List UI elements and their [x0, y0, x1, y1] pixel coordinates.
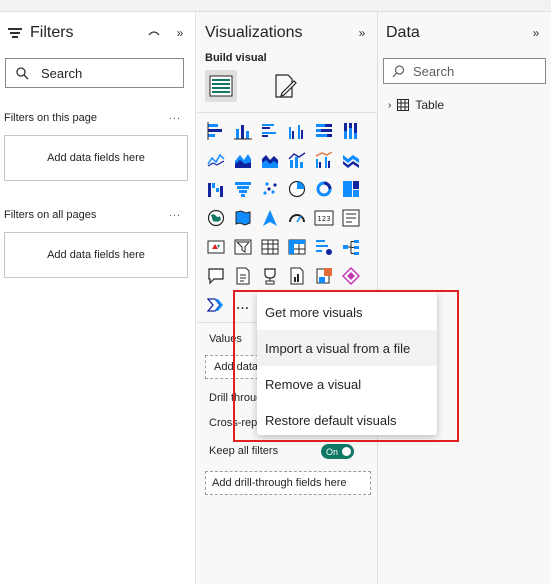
card-icon[interactable]: 123 [313, 207, 335, 229]
more-visuals-context-menu: Get more visuals Import a visual from a … [257, 292, 437, 435]
filters-on-all-pages-dropzone[interactable]: Add data fields here [4, 232, 188, 278]
table-label: Table [415, 98, 445, 112]
collapse-chevron-icon[interactable]: » [173, 26, 187, 40]
power-automate-icon[interactable] [340, 265, 362, 287]
filters-on-all-pages-more-button[interactable]: ... [169, 207, 181, 219]
collapse-chevron-icon[interactable]: » [529, 26, 543, 40]
window-top-strip [0, 0, 551, 12]
area-chart-icon[interactable] [232, 149, 254, 171]
paginated-report-icon[interactable] [232, 265, 254, 287]
format-visual-tab[interactable] [269, 70, 301, 102]
toggle-label: On [326, 446, 339, 457]
clustered-bar-chart-icon[interactable] [259, 120, 281, 142]
build-visual-icon [209, 75, 233, 97]
filters-search-placeholder: Search [41, 65, 83, 81]
eye-icon[interactable] [147, 26, 161, 40]
viz-divider [197, 112, 377, 113]
stacked-column-chart-icon[interactable] [232, 120, 254, 142]
clustered-column-chart-icon[interactable] [286, 120, 308, 142]
build-visual-label: Build visual [205, 52, 267, 64]
multi-row-card-icon[interactable] [340, 207, 362, 229]
key-influencers-icon[interactable] [259, 265, 281, 287]
data-title: Data [386, 24, 420, 41]
drill-through-dropzone[interactable]: Add drill-through fields here [205, 471, 371, 495]
100-stacked-bar-chart-icon[interactable] [313, 120, 335, 142]
donut-chart-icon[interactable] [313, 178, 335, 200]
visualizations-header: Visualizations » [205, 22, 369, 44]
filter-icon [8, 26, 22, 40]
table-icon [397, 99, 410, 111]
svg-text:123: 123 [317, 215, 330, 223]
search-icon [16, 66, 29, 79]
line-and-stacked-column-chart-icon[interactable] [286, 149, 308, 171]
data-header: Data » [386, 22, 543, 44]
treemap-icon[interactable] [340, 178, 362, 200]
visualizations-title: Visualizations [205, 24, 303, 41]
more-visuals-button[interactable]: ... [232, 294, 254, 316]
ribbon-chart-icon[interactable] [340, 149, 362, 171]
table-icon[interactable] [259, 236, 281, 258]
menu-item-restore-default-visuals[interactable]: Restore default visuals [257, 402, 437, 438]
filters-title: Filters [30, 24, 74, 41]
power-apps-icon[interactable] [313, 265, 335, 287]
kpi-icon[interactable] [205, 236, 227, 258]
keep-all-filters-toggle[interactable]: On [321, 444, 354, 459]
build-visual-tab[interactable] [205, 70, 237, 102]
menu-item-import-visual-from-file[interactable]: Import a visual from a file [257, 330, 437, 366]
values-label: Values [209, 333, 242, 345]
funnel-chart-icon[interactable] [232, 178, 254, 200]
smart-narrative-icon[interactable] [286, 265, 308, 287]
gauge-icon[interactable] [286, 207, 308, 229]
more-visuals-dots: ... [236, 298, 250, 312]
filters-on-this-page-label: Filters on this page [4, 112, 97, 124]
scatter-chart-icon[interactable] [259, 178, 281, 200]
search-icon [392, 64, 405, 77]
decomposition-tree-icon[interactable] [340, 236, 362, 258]
menu-item-remove-visual[interactable]: Remove a visual [257, 366, 437, 402]
line-chart-icon[interactable] [205, 149, 227, 171]
filters-search-input[interactable]: Search [5, 58, 184, 88]
azure-map-icon[interactable] [259, 207, 281, 229]
collapse-chevron-icon[interactable]: » [355, 26, 369, 40]
stacked-area-chart-icon[interactable] [259, 149, 281, 171]
filters-on-this-page-more-button[interactable]: ... [169, 110, 181, 122]
format-visual-icon [275, 74, 297, 98]
pie-chart-icon[interactable] [286, 178, 308, 200]
filters-on-all-pages-label: Filters on all pages [4, 209, 97, 221]
waterfall-chart-icon[interactable] [205, 178, 227, 200]
line-and-clustered-column-chart-icon[interactable] [313, 149, 335, 171]
data-search-input[interactable]: Search [383, 58, 546, 84]
stacked-bar-chart-icon[interactable] [205, 120, 227, 142]
filters-header: Filters » [8, 22, 187, 44]
r-visual-icon[interactable] [313, 236, 335, 258]
map-icon[interactable] [205, 207, 227, 229]
data-search-placeholder: Search [413, 63, 455, 79]
keep-all-filters-label: Keep all filters [209, 445, 279, 457]
table-tree-item[interactable]: › Table [388, 98, 444, 112]
toggle-knob [342, 447, 351, 456]
filled-map-icon[interactable] [232, 207, 254, 229]
100-stacked-column-chart-icon[interactable] [340, 120, 362, 142]
qa-visual-icon[interactable] [205, 265, 227, 287]
filters-pane: Filters » Search Filters on this page ..… [0, 12, 196, 584]
power-automate-flow-icon[interactable] [205, 294, 227, 316]
slicer-icon[interactable] [232, 236, 254, 258]
matrix-icon[interactable] [286, 236, 308, 258]
menu-item-get-more-visuals[interactable]: Get more visuals [257, 294, 437, 330]
chevron-right-icon: › [388, 99, 392, 111]
filters-on-this-page-dropzone[interactable]: Add data fields here [4, 135, 188, 181]
